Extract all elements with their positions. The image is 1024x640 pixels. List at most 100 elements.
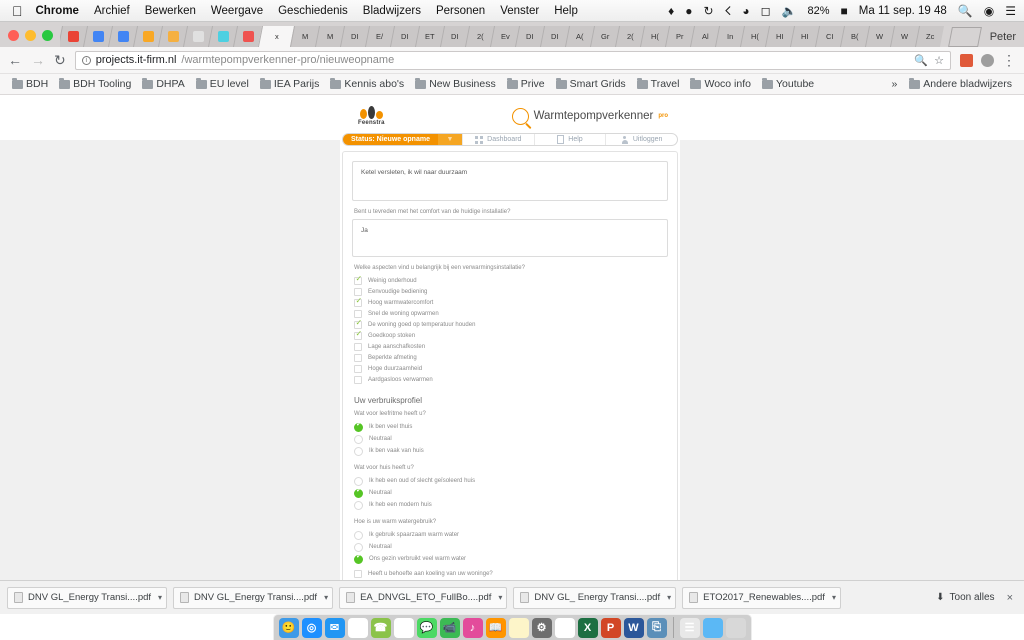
forward-button[interactable]: →	[31, 53, 45, 67]
aspect-row[interactable]: Hoog warmwatercomfort	[352, 297, 668, 308]
site-info-icon[interactable]: i	[81, 55, 91, 65]
bookmark-item[interactable]: DHPA	[138, 77, 188, 91]
battery-icon[interactable]: ■	[841, 5, 848, 17]
aspect-row[interactable]: De woning goed op temperatuur houden	[352, 319, 668, 330]
bookmark-item[interactable]: Youtube	[758, 77, 818, 91]
address-bar[interactable]: i projects.it-firm.nl/warmtepompverkenne…	[74, 50, 951, 70]
leefritme-row[interactable]: Neutraal	[352, 433, 668, 445]
downloads-folder-icon[interactable]	[702, 617, 723, 638]
menu-item-bewerken[interactable]: Bewerken	[145, 5, 196, 17]
download-item[interactable]: DNV GL_Energy Transi....pdf ▾	[7, 586, 168, 609]
bookmark-other-bookmarks[interactable]: Andere bladwijzers	[905, 77, 1016, 91]
comfort-textarea[interactable]	[352, 219, 668, 257]
calendar-icon[interactable]: 11	[347, 617, 368, 638]
spotlight-search-icon[interactable]: 🔍	[958, 5, 973, 17]
stacks-icon[interactable]: ☰	[679, 617, 700, 638]
aspect-checkbox[interactable]	[354, 319, 362, 329]
volume-icon[interactable]: 🔈	[782, 5, 797, 17]
huis-row[interactable]: Ik heb een modern huis	[352, 499, 668, 511]
aspect-checkbox[interactable]	[354, 330, 362, 340]
bookmark-item[interactable]: New Business	[411, 77, 500, 91]
menu-item-geschiedenis[interactable]: Geschiedenis	[278, 5, 348, 17]
word-icon[interactable]: W	[623, 617, 644, 638]
messages-icon[interactable]: 💬	[416, 617, 437, 638]
cooling-checkbox-row[interactable]: Heeft u behoefte aan koeling van uw woni…	[352, 568, 668, 579]
new-tab-button[interactable]	[947, 27, 982, 47]
aspect-row[interactable]: Aardgasloos verwarmen	[352, 374, 668, 385]
download-menu-caret-icon[interactable]: ▾	[496, 593, 502, 602]
download-menu-caret-icon[interactable]: ▾	[665, 593, 671, 602]
water-row[interactable]: Neutraal	[352, 541, 668, 553]
trash-icon[interactable]	[725, 617, 746, 638]
aspect-row[interactable]: Weinig onderhoud	[352, 275, 668, 286]
download-menu-caret-icon[interactable]: ▾	[156, 593, 162, 602]
browser-tab[interactable]: x	[257, 26, 295, 47]
bookmark-item[interactable]: IEA Parijs	[256, 77, 324, 91]
water-radio[interactable]	[354, 530, 363, 540]
bookmark-item[interactable]: Kennis abo's	[326, 77, 408, 91]
time-machine-icon[interactable]: ↻	[704, 5, 714, 17]
menu-item-chrome[interactable]: Chrome	[36, 5, 79, 17]
menu-item-weergave[interactable]: Weergave	[211, 5, 263, 17]
leefritme-row[interactable]: Ik ben vaak van huis	[352, 445, 668, 457]
photos-icon[interactable]: ✿	[393, 617, 414, 638]
finder-icon[interactable]: 🙂	[278, 617, 299, 638]
close-shelf-button[interactable]: ×	[1007, 592, 1017, 604]
feenstra-logo[interactable]: Feenstra	[358, 106, 385, 126]
show-all-downloads-button[interactable]: ⬇ Toon alles	[936, 592, 994, 603]
safari-icon[interactable]: ◎	[301, 617, 322, 638]
motivation-textarea[interactable]	[352, 161, 668, 201]
aspect-checkbox[interactable]	[354, 287, 362, 296]
reload-button[interactable]: ↻	[54, 53, 66, 67]
bookmark-item[interactable]: BDH Tooling	[55, 77, 135, 91]
aspect-checkbox[interactable]	[354, 353, 362, 362]
aspect-row[interactable]: Goedkoop stoken	[352, 330, 668, 341]
nav-tab-help[interactable]: Help	[533, 134, 606, 145]
water-row[interactable]: Ik gebruik spaarzaam warm water	[352, 529, 668, 541]
apple-menu-icon[interactable]: 	[12, 4, 23, 18]
back-button[interactable]: ←	[8, 53, 22, 67]
nav-tab-uitloggen[interactable]: Uitloggen	[605, 134, 677, 145]
aspect-checkbox[interactable]	[354, 275, 362, 285]
facetime-icon[interactable]: 📹	[439, 617, 460, 638]
zoom-icon[interactable]: 🔍	[914, 54, 928, 67]
water-row[interactable]: Ons gezin verbruikt veel warm water	[352, 553, 668, 565]
bookmark-item[interactable]: EU level	[192, 77, 253, 91]
extension-icon-2[interactable]	[981, 53, 994, 67]
huis-row[interactable]: Neutraal	[352, 487, 668, 499]
aspect-row[interactable]: Lage aanschafkosten	[352, 341, 668, 352]
aspect-row[interactable]: Beperkte afmeting	[352, 352, 668, 363]
cooling-checkbox[interactable]	[354, 569, 362, 578]
huis-radio[interactable]	[354, 476, 363, 486]
minimize-window-button[interactable]	[25, 30, 36, 41]
download-menu-caret-icon[interactable]: ▾	[830, 593, 836, 602]
menu-item-bladwijzers[interactable]: Bladwijzers	[363, 5, 421, 17]
leefritme-radio[interactable]	[354, 434, 363, 444]
menu-item-archief[interactable]: Archief	[94, 5, 130, 17]
notification-center-icon[interactable]: ☰	[1005, 5, 1016, 17]
menu-item-personen[interactable]: Personen	[436, 5, 485, 17]
menu-bar-clock[interactable]: Ma 11 sep. 19 48	[859, 5, 947, 17]
aspect-row[interactable]: Hoge duurzaamheid	[352, 363, 668, 374]
aspect-row[interactable]: Snel de woning opwarmen	[352, 308, 668, 319]
system-preferences-icon[interactable]: ⚙	[531, 617, 552, 638]
profile-name[interactable]: Peter	[980, 31, 1024, 47]
status-dropdown-caret[interactable]: ▼	[437, 134, 462, 145]
scanner-icon[interactable]: ⎘	[646, 617, 667, 638]
download-item[interactable]: DNV GL_ Energy Transi....pdf ▾	[513, 586, 677, 609]
ibooks-icon[interactable]: 📖	[485, 617, 506, 638]
leefritme-radio[interactable]	[354, 446, 363, 456]
bookmark-item[interactable]: Woco info	[686, 77, 755, 91]
bookmark-star-icon[interactable]: ☆	[934, 54, 944, 67]
leefritme-radio[interactable]	[354, 421, 363, 432]
huis-radio[interactable]	[354, 487, 363, 498]
aspect-checkbox[interactable]	[354, 342, 362, 351]
bookmark-item[interactable]: BDH	[8, 77, 52, 91]
download-menu-caret-icon[interactable]: ▾	[322, 593, 328, 602]
chrome-icon[interactable]: ◉	[554, 617, 575, 638]
airplay-icon[interactable]: ◻	[761, 5, 771, 17]
download-item[interactable]: ETO2017_Renewables....pdf ▾	[682, 586, 841, 609]
bookmark-item[interactable]: Smart Grids	[552, 77, 630, 91]
aspect-checkbox[interactable]	[354, 309, 362, 318]
browser-tab[interactable]: Zc	[914, 26, 945, 47]
